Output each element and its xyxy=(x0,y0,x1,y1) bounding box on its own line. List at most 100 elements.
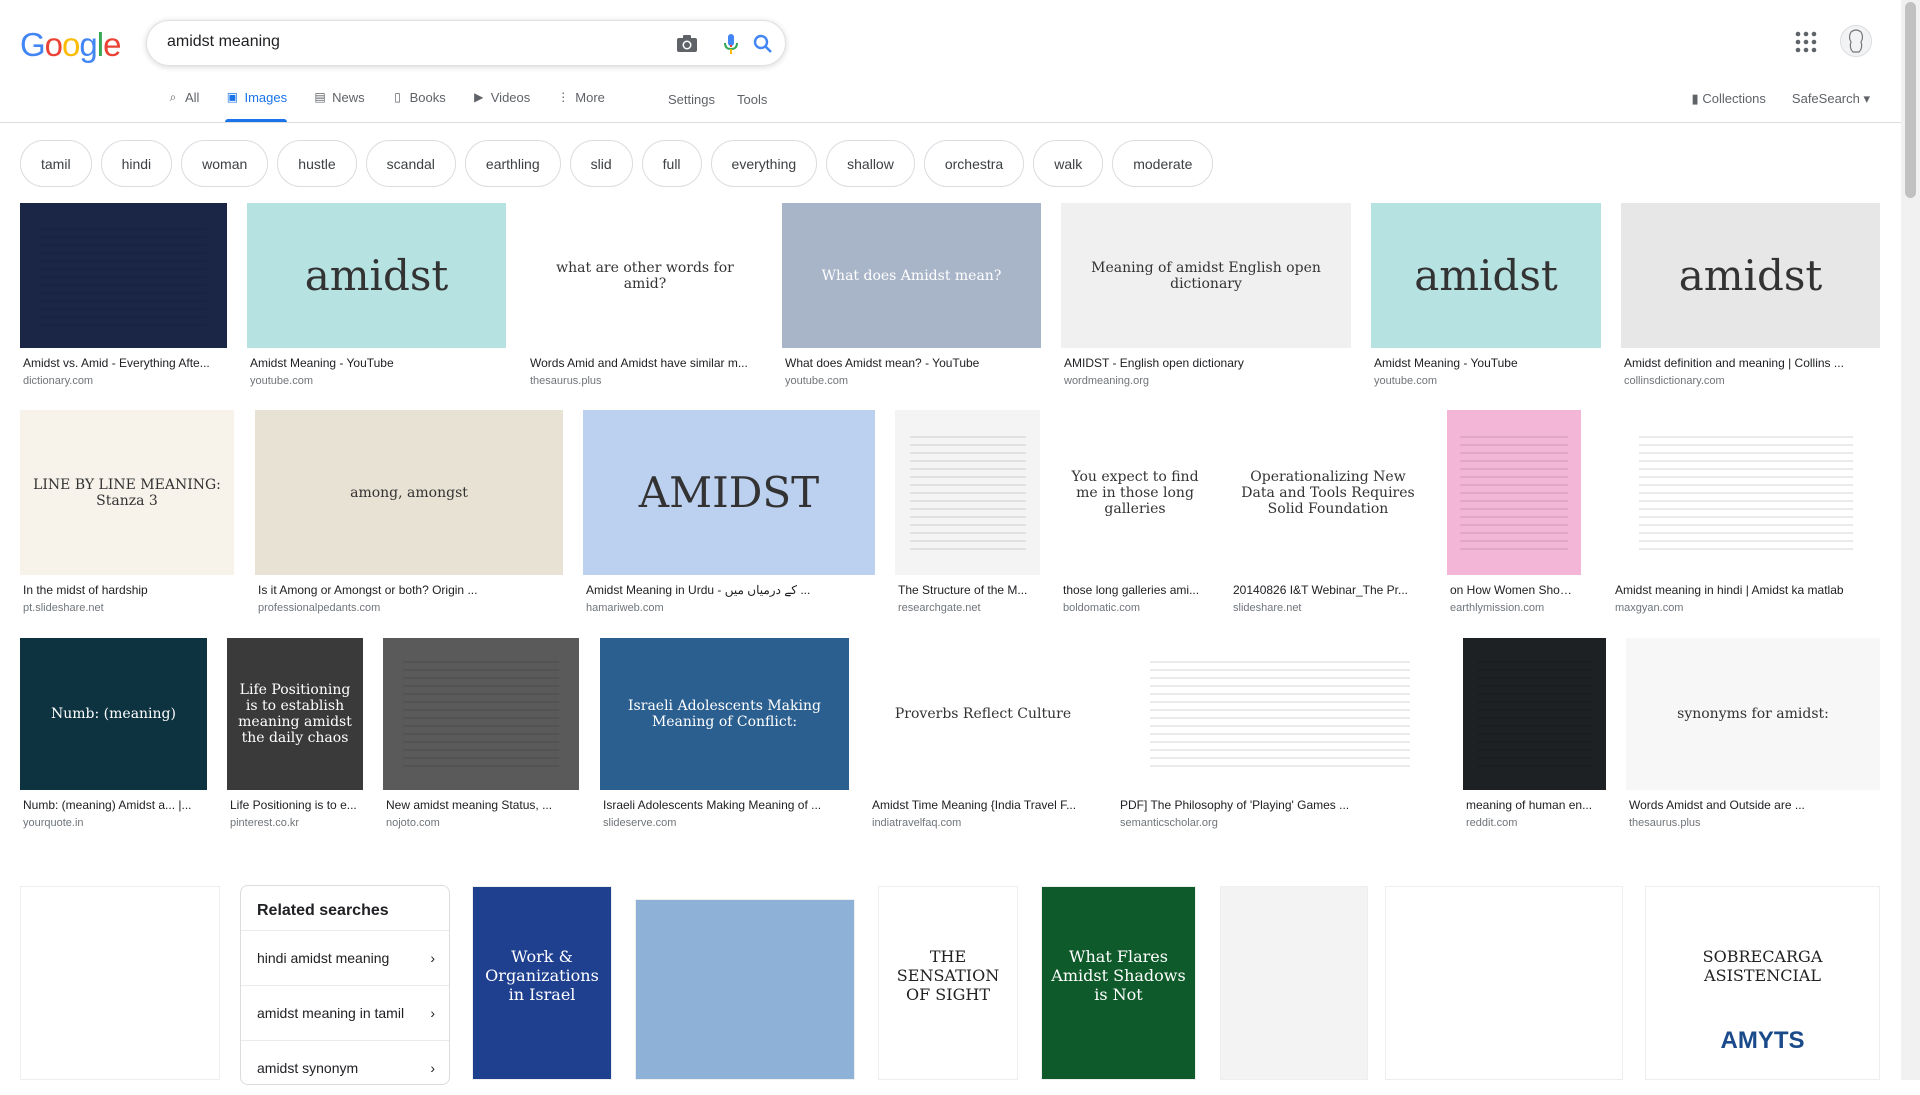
search-input[interactable]: amidst meaning xyxy=(167,33,280,51)
result-title[interactable]: Amidst Meaning - YouTube xyxy=(250,356,503,370)
chip-5[interactable]: earthling xyxy=(464,140,561,187)
result-thumbnail[interactable] xyxy=(1385,886,1623,1080)
result-thumbnail[interactable]: You expect to find me in those long gall… xyxy=(1060,410,1210,575)
chip-9[interactable]: shallow xyxy=(826,140,915,187)
chip-1[interactable]: hindi xyxy=(100,140,173,187)
result-title[interactable]: Amidst meaning in hindi | Amidst ka matl… xyxy=(1615,583,1877,597)
result-title[interactable]: Words Amid and Amidst have similar m... xyxy=(530,356,760,370)
chip-12[interactable]: moderate xyxy=(1112,140,1214,187)
result-thumbnail[interactable] xyxy=(635,899,855,1080)
search-box[interactable]: amidst meaning xyxy=(146,20,786,66)
tab-news[interactable]: ▤ News xyxy=(313,86,364,122)
result-thumbnail[interactable] xyxy=(1612,410,1880,575)
account-avatar[interactable] xyxy=(1840,25,1872,57)
result-title[interactable]: Amidst Meaning - YouTube xyxy=(1374,356,1598,370)
result-title[interactable]: PDF] The Philosophy of 'Playing' Games .… xyxy=(1120,798,1440,812)
result-thumbnail[interactable]: what are other words for amid? xyxy=(527,203,763,348)
image-result[interactable]: The Structure of the M... researchgate.ne… xyxy=(895,410,1040,620)
result-thumbnail[interactable]: Life Positioning is to establish meaning… xyxy=(227,638,363,790)
image-result[interactable]: meaning of human en... reddit.com xyxy=(1463,638,1606,835)
result-title[interactable]: AMIDST - English open dictionary xyxy=(1064,356,1348,370)
result-title[interactable]: on How Women Shoul... xyxy=(1450,583,1578,597)
result-thumbnail[interactable] xyxy=(1117,638,1443,790)
chip-8[interactable]: everything xyxy=(710,140,818,187)
image-result[interactable]: LINE BY LINE MEANING: Stanza 3 In the mid… xyxy=(20,410,234,620)
image-result[interactable]: Amidst vs. Amid - Everything Afte... dict… xyxy=(20,203,227,393)
result-thumbnail[interactable] xyxy=(1463,638,1606,790)
image-result[interactable]: AMIDST Amidst Meaning in Urdu - کے درمیاں… xyxy=(583,410,875,620)
chip-10[interactable]: orchestra xyxy=(923,140,1025,187)
tab-videos[interactable]: ▶ Videos xyxy=(472,86,530,122)
result-title[interactable]: Words Amidst and Outside are ... xyxy=(1629,798,1877,812)
image-result[interactable]: what are other words for amid? Words Amid… xyxy=(527,203,763,393)
image-result[interactable]: synonyms for amidst: Words Amidst and Out… xyxy=(1626,638,1880,835)
camera-icon[interactable] xyxy=(674,31,700,57)
image-result[interactable]: Amidst meaning in hindi | Amidst ka matl… xyxy=(1612,410,1880,620)
result-thumbnail[interactable]: THE SENSATION OF SIGHT xyxy=(878,886,1018,1080)
apps-grid-icon[interactable] xyxy=(1795,31,1817,53)
result-thumbnail[interactable]: SOBRECARGA ASISTENCIAL AMYTS xyxy=(1645,886,1880,1080)
collections-link[interactable]: ▮ Collections xyxy=(1692,91,1766,107)
image-result[interactable]: PDF] The Philosophy of 'Playing' Games .… xyxy=(1117,638,1443,835)
result-title[interactable]: meaning of human en... xyxy=(1466,798,1603,812)
result-title[interactable]: Is it Among or Amongst or both? Origin .… xyxy=(258,583,560,597)
chip-11[interactable]: walk xyxy=(1033,140,1104,187)
result-title[interactable]: The Structure of the M... xyxy=(898,583,1037,597)
image-result[interactable]: Meaning of amidst English open dictionar… xyxy=(1061,203,1351,393)
image-result[interactable]: Numb: (meaning) Numb: (meaning) Amidst a.… xyxy=(20,638,207,835)
result-thumbnail[interactable]: What does Amidst mean? xyxy=(782,203,1041,348)
image-result[interactable]: Life Positioning is to establish meaning… xyxy=(227,638,363,835)
chip-2[interactable]: woman xyxy=(181,140,269,187)
related-item[interactable]: amidst meaning in tamil › xyxy=(241,985,449,1040)
result-title[interactable]: those long galleries ami... xyxy=(1063,583,1207,597)
result-thumbnail[interactable]: Meaning of amidst English open dictionar… xyxy=(1061,203,1351,348)
image-result[interactable]: amidst Amidst definition and meaning | Co… xyxy=(1621,203,1880,393)
image-result[interactable]: amidst Amidst Meaning - YouTube youtube.co… xyxy=(1371,203,1601,393)
image-result[interactable]: on How Women Shoul... earthlymission.com xyxy=(1447,410,1581,620)
result-title[interactable]: Numb: (meaning) Amidst a... |... xyxy=(23,798,204,812)
result-thumbnail[interactable]: LINE BY LINE MEANING: Stanza 3 xyxy=(20,410,234,575)
result-title[interactable]: What does Amidst mean? - YouTube xyxy=(785,356,1038,370)
result-thumbnail[interactable]: amidst xyxy=(1371,203,1601,348)
tab-all[interactable]: ⌕ All xyxy=(166,86,200,122)
chip-7[interactable]: full xyxy=(641,140,702,187)
image-result[interactable]: New amidst meaning Status, ... nojoto.com xyxy=(383,638,579,835)
chip-3[interactable]: hustle xyxy=(277,140,357,187)
result-thumbnail[interactable]: synonyms for amidst: xyxy=(1626,638,1880,790)
result-thumbnail[interactable]: among, amongst xyxy=(255,410,563,575)
search-icon[interactable] xyxy=(750,31,776,57)
scrollbar[interactable] xyxy=(1901,0,1920,1080)
microphone-icon[interactable] xyxy=(718,31,744,57)
settings-link[interactable]: Settings xyxy=(668,92,715,107)
result-title[interactable]: Amidst Meaning in Urdu - کے درمیاں میں .… xyxy=(586,583,872,597)
result-thumbnail[interactable]: Work & Organizations in Israel xyxy=(472,886,612,1080)
result-thumbnail[interactable]: AMIDST xyxy=(583,410,875,575)
result-title[interactable]: Life Positioning is to e... xyxy=(230,798,360,812)
result-title[interactable]: New amidst meaning Status, ... xyxy=(386,798,576,812)
result-thumbnail[interactable] xyxy=(1447,410,1581,575)
image-result[interactable]: Operationalizing New Data and Tools Requ… xyxy=(1230,410,1426,620)
result-title[interactable]: Amidst vs. Amid - Everything Afte... xyxy=(23,356,224,370)
scrollbar-thumb[interactable] xyxy=(1905,2,1916,198)
tab-books[interactable]: ▯ Books xyxy=(391,86,445,122)
result-title[interactable]: Israeli Adolescents Making Meaning of ..… xyxy=(603,798,846,812)
tools-link[interactable]: Tools xyxy=(737,92,767,107)
tab-more[interactable]: ⋮ More xyxy=(556,86,605,122)
chip-0[interactable]: tamil xyxy=(20,140,92,187)
result-thumbnail[interactable]: Operationalizing New Data and Tools Requ… xyxy=(1230,410,1426,575)
related-item[interactable]: hindi amidst meaning › xyxy=(241,930,449,985)
image-result[interactable]: What does Amidst mean? What does Amidst m… xyxy=(782,203,1041,393)
image-result[interactable]: amidst Amidst Meaning - YouTube youtube.co… xyxy=(247,203,506,393)
chip-6[interactable]: slid xyxy=(569,140,633,187)
result-title[interactable]: Amidst definition and meaning | Collins … xyxy=(1624,356,1877,370)
result-thumbnail[interactable] xyxy=(20,886,220,1080)
image-result[interactable]: among, amongst Is it Among or Amongst or … xyxy=(255,410,563,620)
result-thumbnail[interactable]: Israeli Adolescents Making Meaning of Co… xyxy=(600,638,849,790)
result-thumbnail[interactable] xyxy=(895,410,1040,575)
safesearch-dropdown[interactable]: SafeSearch ▾ xyxy=(1792,91,1870,107)
image-result[interactable]: You expect to find me in those long gall… xyxy=(1060,410,1210,620)
result-thumbnail[interactable] xyxy=(20,203,227,348)
result-title[interactable]: In the midst of hardship xyxy=(23,583,231,597)
result-thumbnail[interactable] xyxy=(383,638,579,790)
tab-images[interactable]: ▣ Images xyxy=(225,86,287,122)
